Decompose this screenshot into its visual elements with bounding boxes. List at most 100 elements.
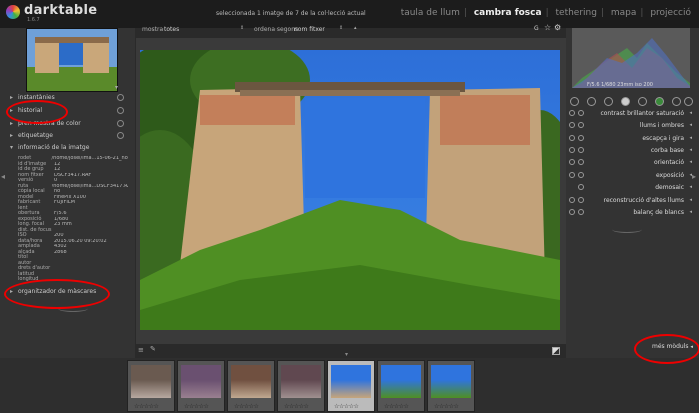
star-overlay-icon[interactable]: ☆ <box>544 23 551 32</box>
module-label: contrast brillantor saturació <box>600 110 684 117</box>
module-label: corba base <box>650 147 684 154</box>
power-icon[interactable] <box>569 135 575 141</box>
darktable-logo-icon <box>6 5 20 19</box>
module-contrast-brightness-saturation[interactable]: contrast brillantor saturació ◂ <box>566 108 694 120</box>
star-rating[interactable]: ☆☆☆☆☆ <box>184 403 209 410</box>
collapse-arrow-icon: ▾ <box>10 144 14 151</box>
sort-direction-icon[interactable]: ▴ <box>354 25 357 31</box>
preferences-gear-icon[interactable]: ⚙ <box>554 23 561 32</box>
module-exposure[interactable]: exposició ◂ <box>566 170 694 182</box>
expand-arrow-icon: ◂ <box>689 172 692 178</box>
view-map[interactable]: mapa <box>611 8 637 18</box>
star-icon[interactable] <box>578 135 584 141</box>
module-white-balance[interactable]: balanç de blancs ◂ <box>566 207 694 219</box>
left-panel-collapse-icon[interactable]: ◂ <box>1 172 5 181</box>
view-lighttable[interactable]: taula de llum <box>401 8 460 18</box>
star-icon[interactable] <box>578 147 584 153</box>
presets-menu-icon[interactable]: ≡ <box>138 346 144 354</box>
thumbnail-menu-icon[interactable]: ▾ <box>115 84 118 91</box>
star-rating[interactable]: ☆☆☆☆☆ <box>284 403 309 410</box>
star-rating[interactable]: ☆☆☆☆☆ <box>134 403 159 410</box>
filter-label: mostra <box>142 26 164 33</box>
module-label: orientació <box>654 159 684 166</box>
star-rating[interactable]: ☆☆☆☆☆ <box>234 403 259 410</box>
histogram[interactable] <box>572 28 690 88</box>
expand-arrow-icon: ▸ <box>10 132 14 139</box>
filmstrip-thumbnail[interactable]: ☆☆☆☆☆ <box>427 360 475 412</box>
navigation-thumbnail[interactable] <box>26 28 118 92</box>
filmstrip-thumbnail[interactable]: ☆☆☆☆☆ <box>327 360 375 412</box>
overexposure-toggle-icon[interactable] <box>552 347 560 355</box>
correction-group-icon[interactable] <box>672 97 681 106</box>
filmstrip-thumbnail[interactable]: ☆☆☆☆☆ <box>277 360 325 412</box>
filmstrip-collapse-icon[interactable]: ▾ <box>345 351 348 358</box>
active-group-icon[interactable] <box>621 97 630 106</box>
module-highlight-reconstruction[interactable]: reconstrucció d'altes llums ◂ <box>566 195 694 207</box>
power-icon[interactable] <box>569 172 575 178</box>
star-rating[interactable]: ☆☆☆☆☆ <box>384 403 409 410</box>
star-rating[interactable]: ☆☆☆☆☆ <box>434 403 459 410</box>
filmstrip-thumbnail-image <box>431 365 471 398</box>
sort-dropdown-arrow-icon[interactable]: ⇕ <box>339 25 343 31</box>
filmstrip-thumbnail[interactable]: ☆☆☆☆☆ <box>177 360 225 412</box>
power-icon[interactable] <box>117 120 124 127</box>
module-shadows-highlights[interactable]: llums i ombres ◂ <box>566 120 694 132</box>
view-slideshow[interactable]: projecció <box>650 8 691 18</box>
panel-end-ornament <box>612 226 642 233</box>
module-orientation[interactable]: orientació ◂ <box>566 157 694 169</box>
expand-arrow-icon: ◂ <box>689 122 692 128</box>
filter-dropdown[interactable]: totes <box>164 26 179 33</box>
effects-group-icon[interactable] <box>684 97 693 106</box>
power-icon[interactable] <box>569 122 575 128</box>
power-icon[interactable] <box>569 110 575 116</box>
filmstrip-thumbnail[interactable]: ☆☆☆☆☆ <box>377 360 425 412</box>
view-tethering[interactable]: tethering <box>556 8 597 18</box>
star-icon[interactable] <box>578 172 584 178</box>
main-image[interactable] <box>140 50 560 330</box>
star-icon[interactable] <box>578 184 584 190</box>
color-group-icon[interactable] <box>655 97 664 106</box>
power-icon[interactable] <box>569 209 575 215</box>
section-image-information[interactable]: ▾ informació de la imatge <box>10 144 126 155</box>
basic-group-icon[interactable] <box>604 97 613 106</box>
module-demosaic[interactable]: demosaic ◂ <box>566 182 694 194</box>
filmstrip-thumbnail-image <box>281 365 321 398</box>
module-base-curve[interactable]: corba base ◂ <box>566 145 694 157</box>
module-group-bar <box>566 97 694 107</box>
section-tagging[interactable]: ▸ etiquetatge <box>10 132 126 143</box>
power-icon[interactable] <box>569 159 575 165</box>
filter-dropdown-arrow-icon[interactable]: ⇕ <box>240 25 244 31</box>
grouping-button[interactable]: G <box>534 25 539 32</box>
module-label: llums i ombres <box>639 122 684 129</box>
sort-label: ordena segons <box>254 26 299 33</box>
info-value: FUJIFILM <box>54 200 75 205</box>
power-icon[interactable] <box>569 197 575 203</box>
power-icon[interactable] <box>117 107 124 114</box>
module-crop-rotate[interactable]: escapça i gira ◂ <box>566 133 694 145</box>
star-icon[interactable] <box>578 110 584 116</box>
star-rating[interactable]: ☆☆☆☆☆ <box>334 403 359 410</box>
filmstrip-thumbnail-image <box>181 365 221 398</box>
favorites-group-icon[interactable] <box>587 97 596 106</box>
center-top-toolbar: mostra totes ⇕ ordena segons nom fitxer … <box>136 22 566 36</box>
annotation-ring-more-modules <box>634 334 699 364</box>
star-icon[interactable] <box>578 122 584 128</box>
power-group-icon[interactable] <box>570 97 579 106</box>
filmstrip-thumbnail[interactable]: ☆☆☆☆☆ <box>227 360 275 412</box>
annotation-ring-history <box>6 100 68 124</box>
tone-group-icon[interactable] <box>638 97 647 106</box>
sort-dropdown[interactable]: nom fitxer <box>294 26 325 33</box>
power-icon[interactable] <box>117 94 124 101</box>
power-icon[interactable] <box>117 132 124 139</box>
view-darkroom[interactable]: cambra fosca <box>474 8 542 18</box>
power-icon[interactable] <box>569 147 575 153</box>
expand-arrow-icon: ◂ <box>689 209 692 215</box>
styles-icon[interactable]: ✎ <box>150 345 156 353</box>
expand-arrow-icon: ◂ <box>689 184 692 190</box>
filmstrip-thumbnail[interactable]: ☆☆☆☆☆ <box>127 360 175 412</box>
star-icon[interactable] <box>578 197 584 203</box>
annotation-ring-mask-manager <box>4 279 110 309</box>
star-icon[interactable] <box>578 209 584 215</box>
star-icon[interactable] <box>578 159 584 165</box>
module-label: balanç de blancs <box>633 209 684 216</box>
